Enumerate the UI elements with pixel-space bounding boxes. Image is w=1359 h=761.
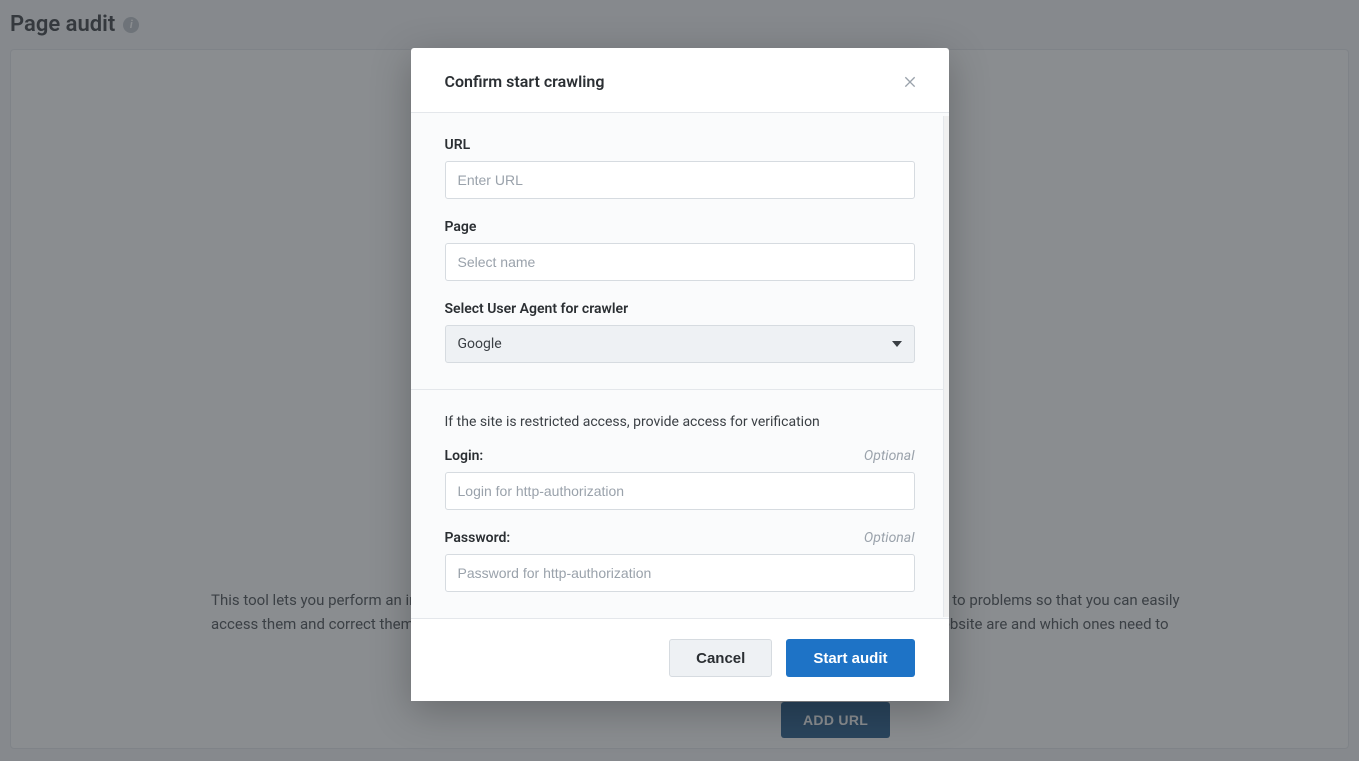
field-login: Login: Optional: [445, 448, 915, 510]
field-password: Password: Optional: [445, 530, 915, 592]
modal-header: Confirm start crawling: [411, 48, 949, 113]
section-auth: If the site is restricted access, provid…: [411, 389, 949, 618]
url-input[interactable]: [445, 161, 915, 199]
modal-footer: Cancel Start audit: [411, 618, 949, 701]
modal-body: URL Page Select User Agent for crawler G…: [411, 113, 949, 618]
access-note: If the site is restricted access, provid…: [445, 414, 915, 430]
login-optional: Optional: [864, 448, 915, 464]
modal-scrollbar[interactable]: [943, 116, 949, 617]
modal-title: Confirm start crawling: [445, 72, 605, 91]
close-icon[interactable]: [899, 70, 921, 92]
chevron-down-icon: [892, 341, 902, 347]
field-page: Page: [445, 219, 915, 281]
password-label: Password:: [445, 530, 511, 546]
user-agent-value: Google: [458, 336, 502, 352]
confirm-crawl-modal: Confirm start crawling URL Page Select U: [411, 48, 949, 701]
password-input[interactable]: [445, 554, 915, 592]
user-agent-label: Select User Agent for crawler: [445, 301, 629, 317]
field-user-agent: Select User Agent for crawler Google: [445, 301, 915, 363]
user-agent-select[interactable]: Google: [445, 325, 915, 363]
field-url: URL: [445, 137, 915, 199]
page-name-input[interactable]: [445, 243, 915, 281]
page-label: Page: [445, 219, 477, 235]
section-main: URL Page Select User Agent for crawler G…: [411, 113, 949, 389]
login-input[interactable]: [445, 472, 915, 510]
login-label: Login:: [445, 448, 484, 464]
password-optional: Optional: [864, 530, 915, 546]
start-audit-button[interactable]: Start audit: [786, 639, 914, 677]
url-label: URL: [445, 137, 471, 153]
cancel-button[interactable]: Cancel: [669, 639, 772, 677]
